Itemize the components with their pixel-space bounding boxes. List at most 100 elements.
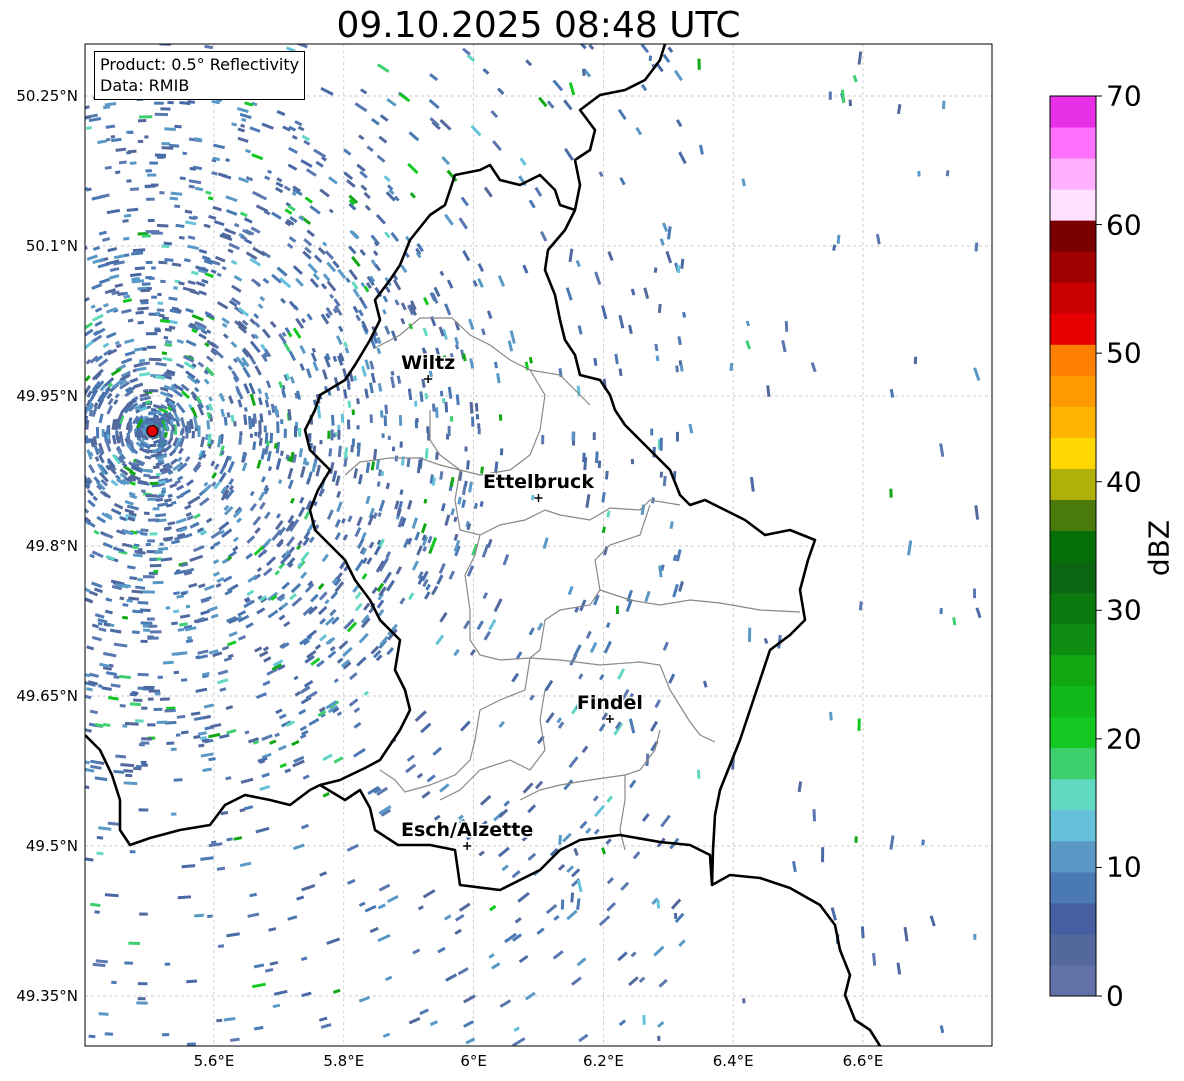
echo-cell: [317, 605, 328, 616]
echo-cell: [318, 591, 328, 601]
echo-cell: [175, 402, 186, 414]
echo-cell: [357, 474, 363, 485]
echo-cell: [527, 804, 537, 814]
echo-cell: [384, 231, 391, 239]
echo-cell: [262, 277, 270, 284]
echo-cell: [593, 357, 598, 367]
echo-cell: [143, 685, 155, 689]
echo-cell: [334, 519, 341, 528]
echo-cell: [382, 308, 387, 315]
echo-cell: [660, 814, 671, 828]
echo-cell: [213, 220, 225, 227]
echo-cell: [130, 187, 140, 192]
echo-cell: [422, 546, 428, 552]
echo-cell: [656, 899, 661, 909]
echo-cell: [394, 299, 400, 306]
echo-cell: [439, 612, 448, 623]
echo-cell: [216, 866, 226, 871]
echo-cell: [157, 675, 163, 679]
echo-cell: [193, 716, 205, 721]
echo-cell: [216, 272, 222, 278]
echo-cell: [106, 208, 121, 215]
echo-cell: [244, 101, 254, 107]
echo-cell: [429, 1020, 438, 1027]
echo-cell: [96, 515, 107, 524]
echo-cell: [675, 119, 683, 128]
echo-cell: [453, 533, 459, 541]
echo-cell: [382, 571, 392, 584]
colorbar-segment: [1050, 716, 1096, 749]
echo-cell: [343, 171, 354, 181]
echo-cell: [213, 143, 226, 150]
echo-cell: [162, 660, 174, 665]
echo-cell: [246, 535, 256, 544]
echo-cell: [184, 455, 191, 463]
echo-cell: [419, 391, 424, 402]
echo-cell: [319, 188, 330, 198]
echo-cell: [407, 500, 413, 510]
echo-cell: [249, 393, 256, 406]
echo-cell: [290, 582, 302, 594]
echo-cell: [128, 941, 141, 946]
echo-cell: [575, 259, 581, 268]
city-label: Findel: [577, 692, 643, 714]
echo-cell: [228, 478, 235, 486]
echo-cell: [140, 760, 147, 764]
echo-cell: [176, 484, 185, 491]
echo-cell: [240, 457, 246, 463]
echo-cell: [519, 157, 527, 166]
echo-cell: [247, 912, 260, 918]
colorbar-tick-label: 30: [1106, 593, 1142, 627]
echo-cell: [137, 139, 144, 144]
echo-cell: [461, 484, 467, 496]
echo-cell: [563, 99, 573, 111]
echo-cell: [320, 1023, 332, 1029]
echo-cell: [333, 756, 344, 764]
echo-cell: [653, 945, 665, 957]
city-label: Ettelbruck: [483, 471, 594, 493]
echo-cell: [444, 213, 454, 226]
echo-cell: [378, 135, 388, 144]
echo-cell: [427, 535, 433, 544]
echo-cell: [336, 501, 343, 513]
echo-cell: [939, 608, 943, 615]
echo-cell: [89, 709, 98, 715]
echo-cell: [606, 795, 614, 803]
echo-cell: [603, 640, 612, 654]
echo-cell: [294, 44, 308, 49]
echo-cell: [407, 388, 413, 401]
echo-cell: [139, 912, 148, 916]
echo-cell: [359, 248, 366, 256]
echo-cell: [398, 92, 411, 103]
echo-cell: [628, 324, 633, 335]
echo-cell: [345, 277, 351, 284]
echo-cell: [333, 678, 339, 684]
echo-cell: [330, 414, 335, 426]
echo-cell: [445, 973, 458, 982]
echo-cell: [170, 191, 183, 196]
echo-cell: [536, 622, 544, 631]
echo-cell: [152, 580, 164, 585]
echo-cell: [252, 515, 262, 526]
echo-cell: [628, 718, 636, 734]
echo-cell: [517, 891, 530, 903]
echo-cell: [217, 669, 229, 676]
echo-cell: [230, 414, 235, 423]
echo-cell: [295, 277, 304, 287]
echo-cell: [171, 621, 178, 626]
echo-cell: [159, 542, 164, 546]
echo-cell: [522, 782, 534, 794]
echo-cell: [361, 301, 368, 310]
echo-cell: [152, 507, 160, 511]
echo-cell: [481, 328, 486, 336]
echo-cell: [593, 828, 600, 835]
colorbar-segment: [1050, 654, 1096, 687]
echo-cell: [498, 720, 505, 728]
echo-cell: [256, 566, 263, 573]
echo-cell: [267, 466, 273, 472]
echo-cell: [411, 560, 419, 571]
echo-cell: [606, 510, 611, 518]
echo-cell: [102, 542, 113, 549]
echo-cell: [329, 646, 336, 652]
echo-cell: [92, 495, 98, 502]
